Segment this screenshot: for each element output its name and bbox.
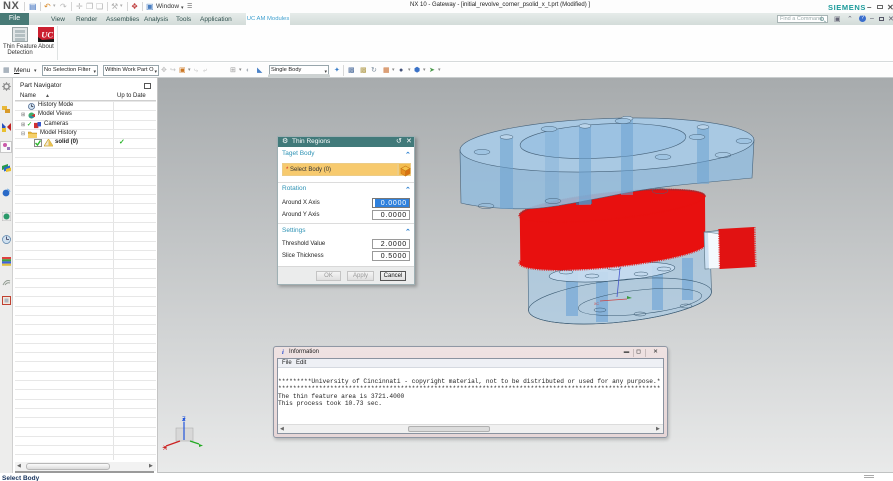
svg-text:UC: UC (41, 30, 53, 40)
svg-text:X: X (163, 446, 167, 452)
svg-text:Z: Z (182, 417, 186, 423)
svg-text:XC: XC (594, 302, 599, 306)
